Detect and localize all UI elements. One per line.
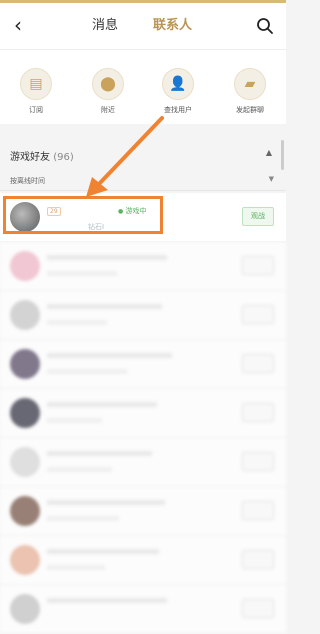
friend-row[interactable] bbox=[0, 340, 286, 389]
group-chat-icon: ▰ bbox=[244, 76, 256, 92]
tab-contacts[interactable]: 联系人 bbox=[153, 18, 192, 34]
scrollbar[interactable] bbox=[281, 140, 284, 170]
row-button[interactable] bbox=[242, 256, 274, 275]
action-label: 订阅 bbox=[29, 106, 43, 114]
row-button[interactable] bbox=[242, 403, 274, 422]
quick-actions: ▤ 订阅 ⬤ 附近 👤 查找用户 ▰ 发起群聊 bbox=[0, 50, 286, 124]
action-group-chat[interactable]: ▰ 发起群聊 bbox=[220, 68, 280, 115]
search-icon[interactable] bbox=[256, 17, 274, 35]
friend-row[interactable] bbox=[0, 487, 286, 536]
friend-row[interactable] bbox=[0, 536, 286, 585]
avatar bbox=[10, 251, 40, 281]
friend-row[interactable] bbox=[0, 438, 286, 487]
avatar bbox=[10, 545, 40, 575]
chevron-up-icon[interactable]: ▲ bbox=[266, 148, 272, 157]
tab-messages[interactable]: 消息 bbox=[92, 18, 118, 34]
avatar bbox=[10, 447, 40, 477]
action-subscribe[interactable]: ▤ 订阅 bbox=[6, 68, 66, 115]
action-label: 发起群聊 bbox=[236, 106, 264, 114]
dropdown-caret-icon: ▼ bbox=[268, 175, 274, 183]
friend-row[interactable] bbox=[0, 389, 286, 438]
friend-row[interactable] bbox=[0, 291, 286, 340]
row-button[interactable] bbox=[242, 550, 274, 569]
back-icon[interactable]: ‹ bbox=[14, 15, 22, 35]
row-button[interactable] bbox=[242, 354, 274, 373]
avatar bbox=[10, 349, 40, 379]
avatar bbox=[10, 300, 40, 330]
avatar bbox=[10, 398, 40, 428]
add-user-icon: 👤 bbox=[169, 76, 187, 92]
friends-title: 游戏好友 (96) bbox=[10, 152, 74, 163]
action-label: 附近 bbox=[101, 106, 115, 114]
action-find-user[interactable]: 👤 查找用户 bbox=[148, 68, 208, 115]
friends-list: 29 ● 游戏中 钻石I 观战 bbox=[0, 193, 286, 634]
row-button[interactable] bbox=[242, 452, 274, 471]
avatar bbox=[10, 594, 40, 624]
row-button[interactable] bbox=[242, 501, 274, 520]
friends-count: (96) bbox=[53, 152, 74, 163]
subscribe-icon: ▤ bbox=[29, 76, 43, 92]
row-button[interactable] bbox=[242, 305, 274, 324]
friend-row[interactable] bbox=[0, 242, 286, 291]
header-bar: ‹ 消息 联系人 bbox=[0, 3, 286, 50]
action-nearby[interactable]: ⬤ 附近 bbox=[78, 68, 138, 115]
location-pin-icon: ⬤ bbox=[100, 76, 116, 92]
highlight-box bbox=[3, 196, 163, 234]
sort-dropdown[interactable]: 按离线时间 ▼ bbox=[0, 170, 286, 191]
row-button[interactable] bbox=[242, 599, 274, 618]
sort-label: 按离线时间 bbox=[10, 177, 45, 185]
friends-section-header[interactable]: 游戏好友 (96) ▲ bbox=[0, 138, 286, 168]
avatar bbox=[10, 496, 40, 526]
action-label: 查找用户 bbox=[164, 106, 192, 114]
friend-row[interactable] bbox=[0, 585, 286, 634]
watch-button[interactable]: 观战 bbox=[242, 207, 274, 226]
